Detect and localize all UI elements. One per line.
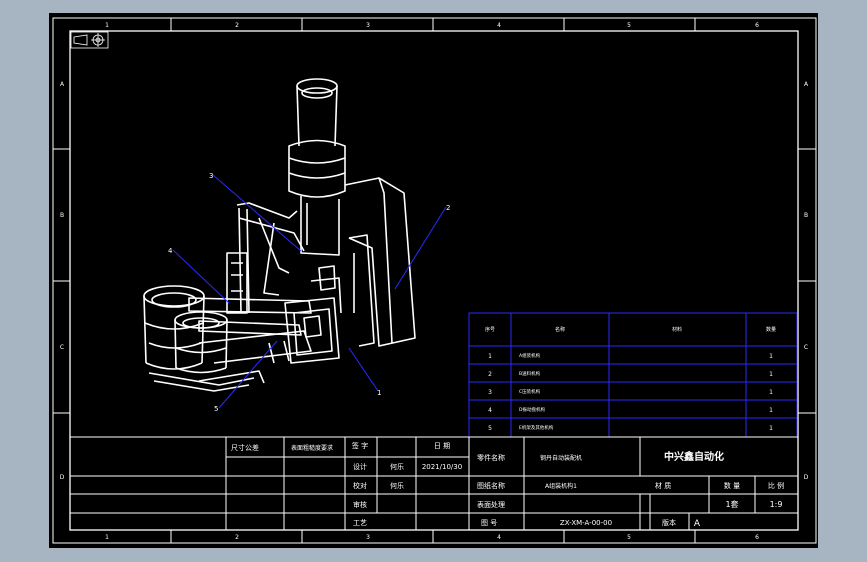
tb-qty-label: 数 量 — [724, 481, 740, 490]
tb-company: 中兴鑫自动化 — [664, 450, 724, 463]
tb-scale-label: 比 例 — [768, 481, 784, 490]
tb-drawing-value: A组装机构1 — [545, 482, 577, 490]
zone-left-d: D — [60, 474, 65, 481]
bom-row-5-name: E机架及其他机构 — [519, 424, 554, 431]
zone-right-a: A — [804, 81, 809, 88]
cad-viewport[interactable]: 1 2 3 4 5 6 1 2 3 4 5 6 A B C D A B C D — [0, 0, 867, 562]
tb-drawing-label: 图纸名称 — [477, 481, 505, 490]
callout-4: 4 — [168, 247, 173, 255]
tb-check-label: 校对 — [353, 481, 367, 490]
bom-row-4-qty: 1 — [769, 407, 773, 414]
tb-date: 2021/10/30 — [422, 463, 462, 471]
bom-row-4-name: D振动盘机构 — [519, 406, 545, 413]
zone-bottom-5: 5 — [627, 534, 631, 541]
bom-row-1-name: A组装机构 — [519, 352, 541, 359]
bom-row-3-qty: 1 — [769, 389, 773, 396]
tb-checker: 何乐 — [390, 481, 404, 490]
projection-symbol-icon — [70, 31, 109, 49]
bom-header-qty: 数量 — [766, 326, 776, 333]
bom-row-2-no: 2 — [488, 371, 492, 378]
zone-left-c: C — [60, 344, 64, 351]
tb-version: A — [694, 519, 701, 529]
bom-row-5-no: 5 — [488, 425, 492, 432]
zone-top-6: 6 — [755, 22, 759, 29]
callout-1: 1 — [377, 389, 381, 397]
tb-surface-label: 表面粗糙度要求 — [291, 444, 333, 452]
bom-row-1-qty: 1 — [769, 353, 773, 360]
tb-approve-label: 工艺 — [353, 519, 367, 527]
bom-row-5-qty: 1 — [769, 425, 773, 432]
bom-row-2-name: B送料机构 — [519, 370, 541, 377]
zone-bottom-6: 6 — [755, 534, 759, 541]
tb-part-label: 零件名称 — [477, 453, 505, 462]
tb-scale-value: 1:9 — [770, 500, 783, 509]
tb-designer: 何乐 — [390, 462, 404, 471]
tb-version-label: 版本 — [662, 518, 676, 527]
drawing-sheet[interactable]: 1 2 3 4 5 6 1 2 3 4 5 6 A B C D A B C D — [49, 13, 818, 548]
tb-surface-treat-label: 表面处理 — [477, 500, 505, 509]
callout-3: 3 — [209, 172, 213, 180]
zone-bottom-3: 3 — [366, 534, 370, 541]
drawing-canvas[interactable]: 1 2 3 4 5 6 1 2 3 4 5 6 A B C D A B C D — [49, 13, 818, 548]
zone-bottom-4: 4 — [497, 534, 501, 541]
callout-2: 2 — [446, 204, 450, 212]
tb-review-label: 审核 — [353, 500, 367, 509]
bom-header-material: 材料 — [672, 326, 682, 333]
bom-header-no: 序号 — [485, 326, 495, 333]
zone-top-4: 4 — [497, 22, 501, 29]
tb-qty-value: 1套 — [725, 499, 738, 509]
bom-row-3-no: 3 — [488, 389, 492, 396]
callout-5: 5 — [214, 405, 218, 413]
bom-row-3-name: C压装机构 — [519, 388, 541, 395]
zone-top-1: 1 — [105, 22, 109, 29]
zone-left-b: B — [60, 212, 64, 219]
bom-row-4-no: 4 — [488, 407, 492, 414]
zone-top-5: 5 — [627, 22, 631, 29]
tb-tolerance-label: 尺寸公差 — [231, 443, 259, 452]
tb-material-label: 材 质 — [655, 481, 671, 490]
zone-right-c: C — [804, 344, 808, 351]
tb-drawing-no-label: 图 号 — [481, 519, 497, 527]
tb-date-label: 日 期 — [434, 442, 450, 450]
bom-row-1-no: 1 — [488, 353, 492, 360]
zone-right-d: D — [804, 474, 809, 481]
title-block-grid — [69, 436, 799, 531]
zone-bottom-2: 2 — [235, 534, 239, 541]
zone-right-b: B — [804, 212, 808, 219]
zone-bottom-1: 1 — [105, 534, 109, 541]
machine-assembly-drawing — [143, 78, 416, 392]
zone-top-2: 2 — [235, 22, 239, 29]
bom-row-2-qty: 1 — [769, 371, 773, 378]
tb-part-value: 钢丹自动装配机 — [540, 454, 582, 462]
tb-design-label: 设计 — [353, 462, 367, 471]
tb-sign-label: 签 字 — [352, 441, 368, 450]
zone-left-a: A — [60, 81, 65, 88]
tb-drawing-no: ZX-XM-A-00-00 — [560, 519, 612, 527]
zone-top-3: 3 — [366, 22, 370, 29]
bom-header-name: 名称 — [555, 326, 565, 333]
